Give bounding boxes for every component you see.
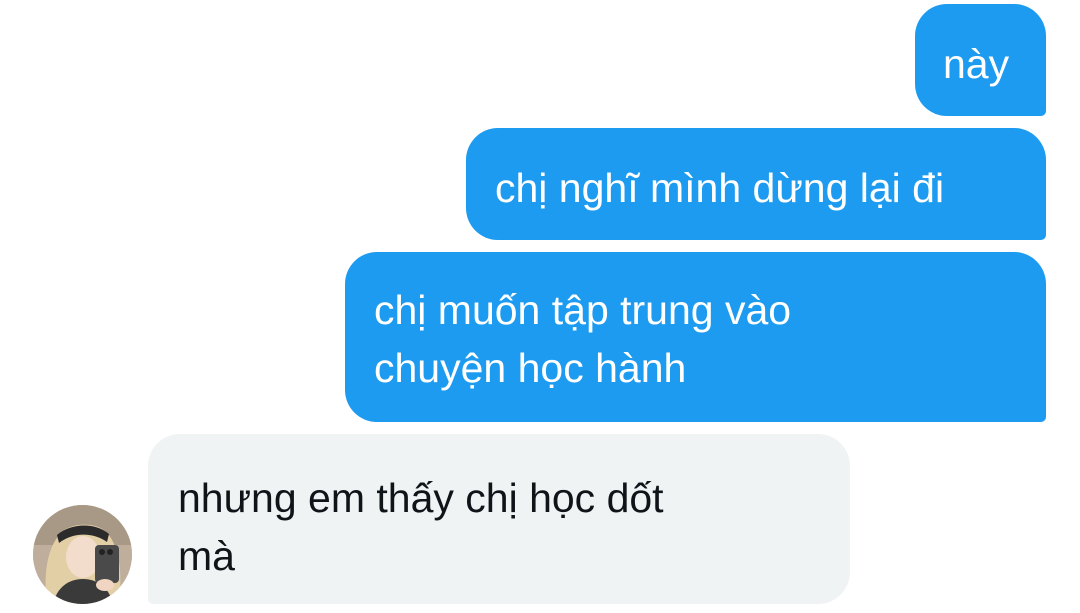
sent-message-bubble[interactable]: này	[915, 4, 1046, 116]
message-text: chị muốn tập trung vào chuyện học hành	[374, 287, 792, 391]
sent-message-bubble[interactable]: chị muốn tập trung vào chuyện học hành	[345, 252, 1046, 422]
message-text: này	[943, 41, 1010, 87]
message-text: nhưng em thấy chị học dốt mà	[178, 475, 664, 579]
sent-message-bubble[interactable]: chị nghĩ mình dừng lại đi	[466, 128, 1046, 240]
user-avatar-photo-icon	[33, 505, 132, 604]
received-message-bubble[interactable]: nhưng em thấy chị học dốt mà	[148, 434, 850, 604]
contact-avatar[interactable]	[33, 505, 132, 604]
message-text: chị nghĩ mình dừng lại đi	[495, 165, 945, 211]
